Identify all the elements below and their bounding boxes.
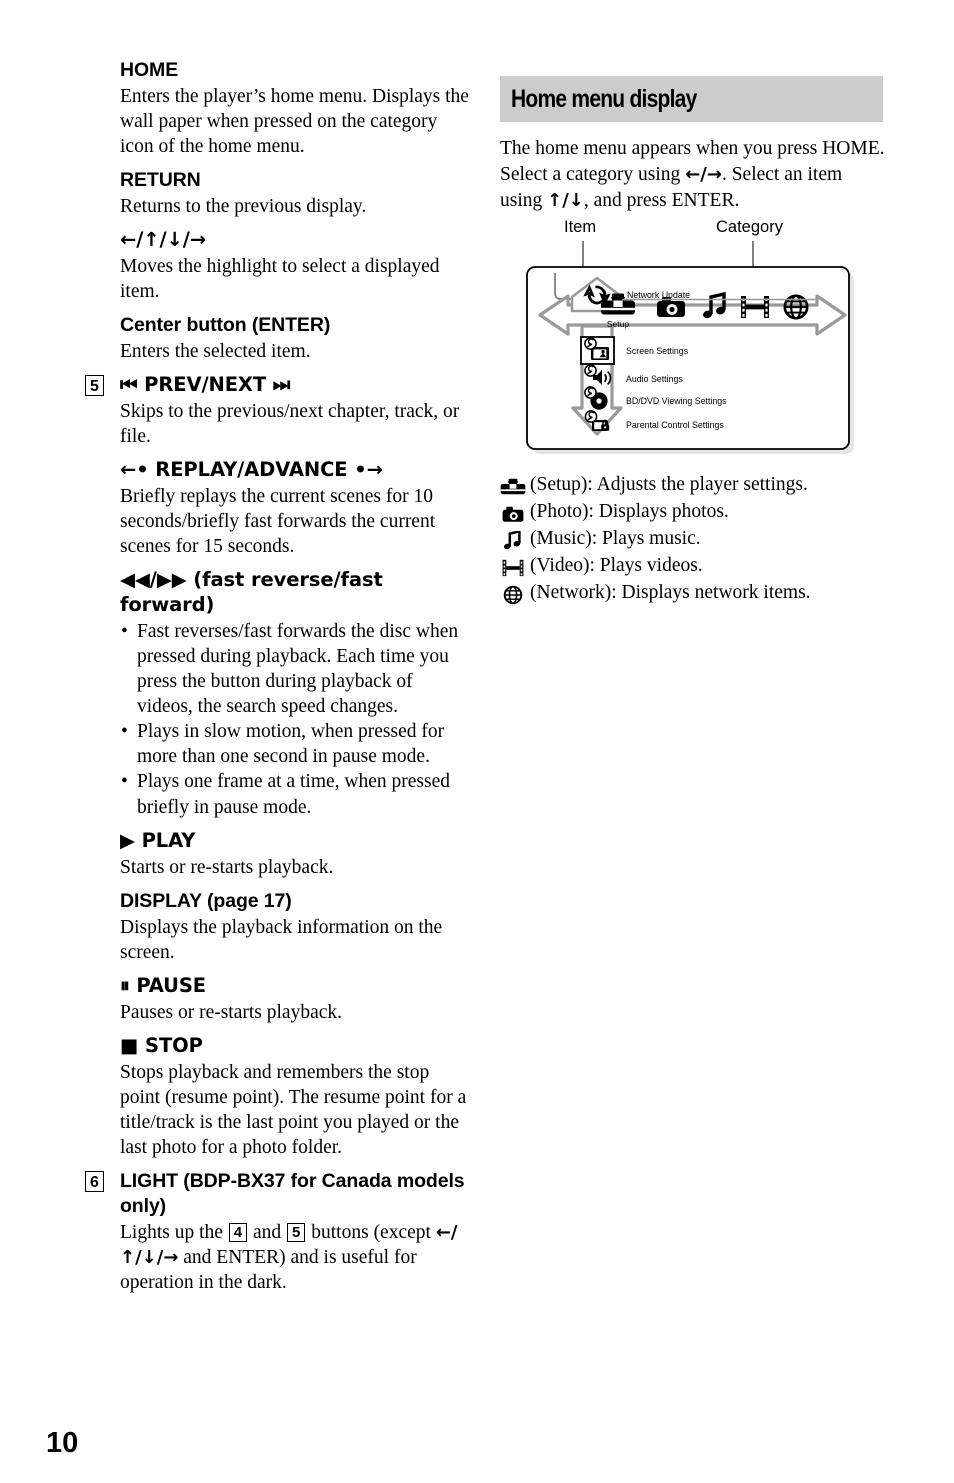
- wrench-badge: [584, 410, 598, 424]
- entry-heading-arrow-keys: ←/↑/↓/→: [120, 228, 207, 252]
- list-item: Plays in slow motion, when pressed for m…: [120, 719, 470, 769]
- light-text-part1: Lights up the: [120, 1221, 228, 1243]
- item-label-screen-settings: Screen Settings: [626, 346, 689, 356]
- wrench-badge: [584, 364, 597, 378]
- entry-fast-reverse-forward: ◀◀/▶▶ (fast reverse/fast forward) Fast r…: [85, 568, 470, 819]
- entry-body-replay-advance: Briefly replays the current scenes for 1…: [120, 486, 436, 558]
- section-header-bar: Home menu display: [500, 76, 883, 122]
- music-note-icon: [500, 526, 530, 553]
- legend-text-music: (Music): Plays music.: [530, 528, 701, 550]
- legend-text-setup: (Setup): Adjusts the player settings.: [530, 474, 808, 496]
- section-title: Home menu display: [511, 84, 697, 113]
- entry-heading-home: HOME: [120, 59, 179, 81]
- intro-text-3: , and press ENTER.: [583, 190, 740, 212]
- light-text-part3: buttons (except: [306, 1221, 436, 1243]
- entry-arrows: ←/↑/↓/→ Moves the highlight to select a …: [85, 228, 470, 304]
- entry-heading-prev-next: ⏮ PREV/NEXT ⏭: [120, 373, 291, 397]
- entry-bullets-fast-reverse-forward: Fast reverses/fast forwards the disc whe…: [120, 619, 470, 819]
- home-menu-screen-illustration: Setup Network Update Screen Settings Aud…: [526, 266, 854, 455]
- page-number: 10: [46, 1427, 79, 1459]
- list-item: Plays one frame at a time, when pressed …: [120, 769, 470, 819]
- list-item: Fast reverses/fast forwards the disc whe…: [120, 619, 470, 719]
- entry-body-display: Displays the playback information on the…: [120, 916, 443, 963]
- entry-body-play: Starts or re-starts playback.: [120, 856, 334, 878]
- entry-replay-advance: ←• REPLAY/ADVANCE •→ Briefly replays the…: [85, 458, 470, 559]
- entry-pause: ⏸ PAUSE Pauses or re-starts playback.: [85, 974, 470, 1025]
- toolbox-icon: [500, 472, 530, 499]
- entry-play: ▶ PLAY Starts or re-starts playback.: [85, 829, 470, 880]
- entry-body-stop: Stops playback and remembers the stop po…: [120, 1061, 467, 1158]
- callout-marker-4-inline: 4: [228, 1222, 248, 1242]
- intro-paragraph: The home menu appears when you press HOM…: [500, 136, 885, 214]
- legend-row-network: (Network): Displays network items.: [500, 580, 885, 607]
- callout-marker-5-inline: 5: [287, 1222, 306, 1242]
- globe-icon: [500, 580, 530, 607]
- item-label-bd-dvd-viewing-settings: BD/DVD Viewing Settings: [626, 396, 727, 406]
- entry-heading-return: RETURN: [120, 169, 201, 192]
- entry-body-return: Returns to the previous display.: [120, 196, 367, 218]
- category-legend: (Setup): Adjusts the player settings. (P…: [500, 472, 885, 607]
- callout-label-category: Category: [716, 218, 783, 237]
- left-column: HOME Enters the player’s home menu. Disp…: [85, 58, 470, 1304]
- entry-heading-display: DISPLAY (page 17): [120, 889, 292, 912]
- wrench-badge: [584, 386, 597, 400]
- arrow-left-right-glyph: ←/→: [685, 164, 722, 186]
- network-update-label: Network Update: [627, 290, 690, 300]
- wrench-badge: [584, 337, 597, 351]
- camera-icon: [500, 499, 530, 526]
- manual-page: HOME Enters the player’s home menu. Disp…: [0, 0, 954, 1483]
- entry-body-home: Enters the player’s home menu. Displays …: [120, 85, 469, 158]
- callout-marker-5: 5: [85, 375, 104, 397]
- home-menu-diagram: Item Category Setup Network Update Scree…: [500, 218, 885, 460]
- item-label-audio-settings: Audio Settings: [626, 374, 683, 384]
- entry-body-arrow-keys: Moves the highlight to select a displaye…: [120, 256, 440, 303]
- legend-row-video: (Video): Plays videos.: [500, 553, 885, 580]
- setup-category-label: Setup: [607, 319, 629, 329]
- light-text-part2: and: [248, 1221, 287, 1243]
- entry-heading-play: ▶ PLAY: [120, 828, 196, 852]
- legend-text-video: (Video): Plays videos.: [530, 555, 703, 577]
- entry-home: HOME Enters the player’s home menu. Disp…: [85, 58, 470, 159]
- entry-return: RETURN Returns to the previous display.: [85, 168, 470, 219]
- callout-label-item: Item: [564, 218, 597, 237]
- entry-heading-fast-reverse-forward: ◀◀/▶▶ (fast reverse/fast forward): [120, 568, 383, 617]
- entry-prev-next: 5 ⏮ PREV/NEXT ⏭: [85, 373, 470, 398]
- legend-row-setup: (Setup): Adjusts the player settings.: [500, 472, 885, 499]
- entry-display: DISPLAY (page 17) Displays the playback …: [85, 889, 470, 965]
- entry-heading-stop: ■ STOP: [120, 1033, 203, 1057]
- legend-text-network: (Network): Displays network items.: [530, 582, 811, 604]
- entry-heading-replay-advance: ←• REPLAY/ADVANCE •→: [120, 458, 383, 482]
- entry-light: 6 LIGHT (BDP-BX37 for Canada models only…: [85, 1169, 470, 1219]
- entry-heading-pause: ⏸ PAUSE: [120, 973, 207, 997]
- arrow-up-down-glyph: ↑/↓: [547, 190, 584, 212]
- entry-center-button: Center button (ENTER) Enters the selecte…: [85, 313, 470, 364]
- entry-stop: ■ STOP Stops playback and remembers the …: [85, 1034, 470, 1160]
- entry-body-pause: Pauses or re-starts playback.: [120, 1001, 343, 1023]
- legend-row-music: (Music): Plays music.: [500, 526, 885, 553]
- right-column: Home menu display The home menu appears …: [500, 76, 885, 607]
- entry-heading-light: LIGHT (BDP-BX37 for Canada models only): [120, 1169, 465, 1217]
- entry-body-light: Lights up the 4 and 5 buttons (except ←/…: [120, 1220, 470, 1295]
- callout-marker-6: 6: [85, 1170, 104, 1192]
- entry-body-center-button: Enters the selected item.: [120, 341, 311, 363]
- entry-heading-center-button: Center button (ENTER): [120, 314, 331, 337]
- entry-body-prev-next: Skips to the previous/next chapter, trac…: [120, 401, 460, 448]
- film-strip-icon: [500, 553, 530, 580]
- legend-row-photo: (Photo): Displays photos.: [500, 499, 885, 526]
- legend-text-photo: (Photo): Displays photos.: [530, 501, 729, 523]
- item-label-parental-control-settings: Parental Control Settings: [626, 420, 724, 430]
